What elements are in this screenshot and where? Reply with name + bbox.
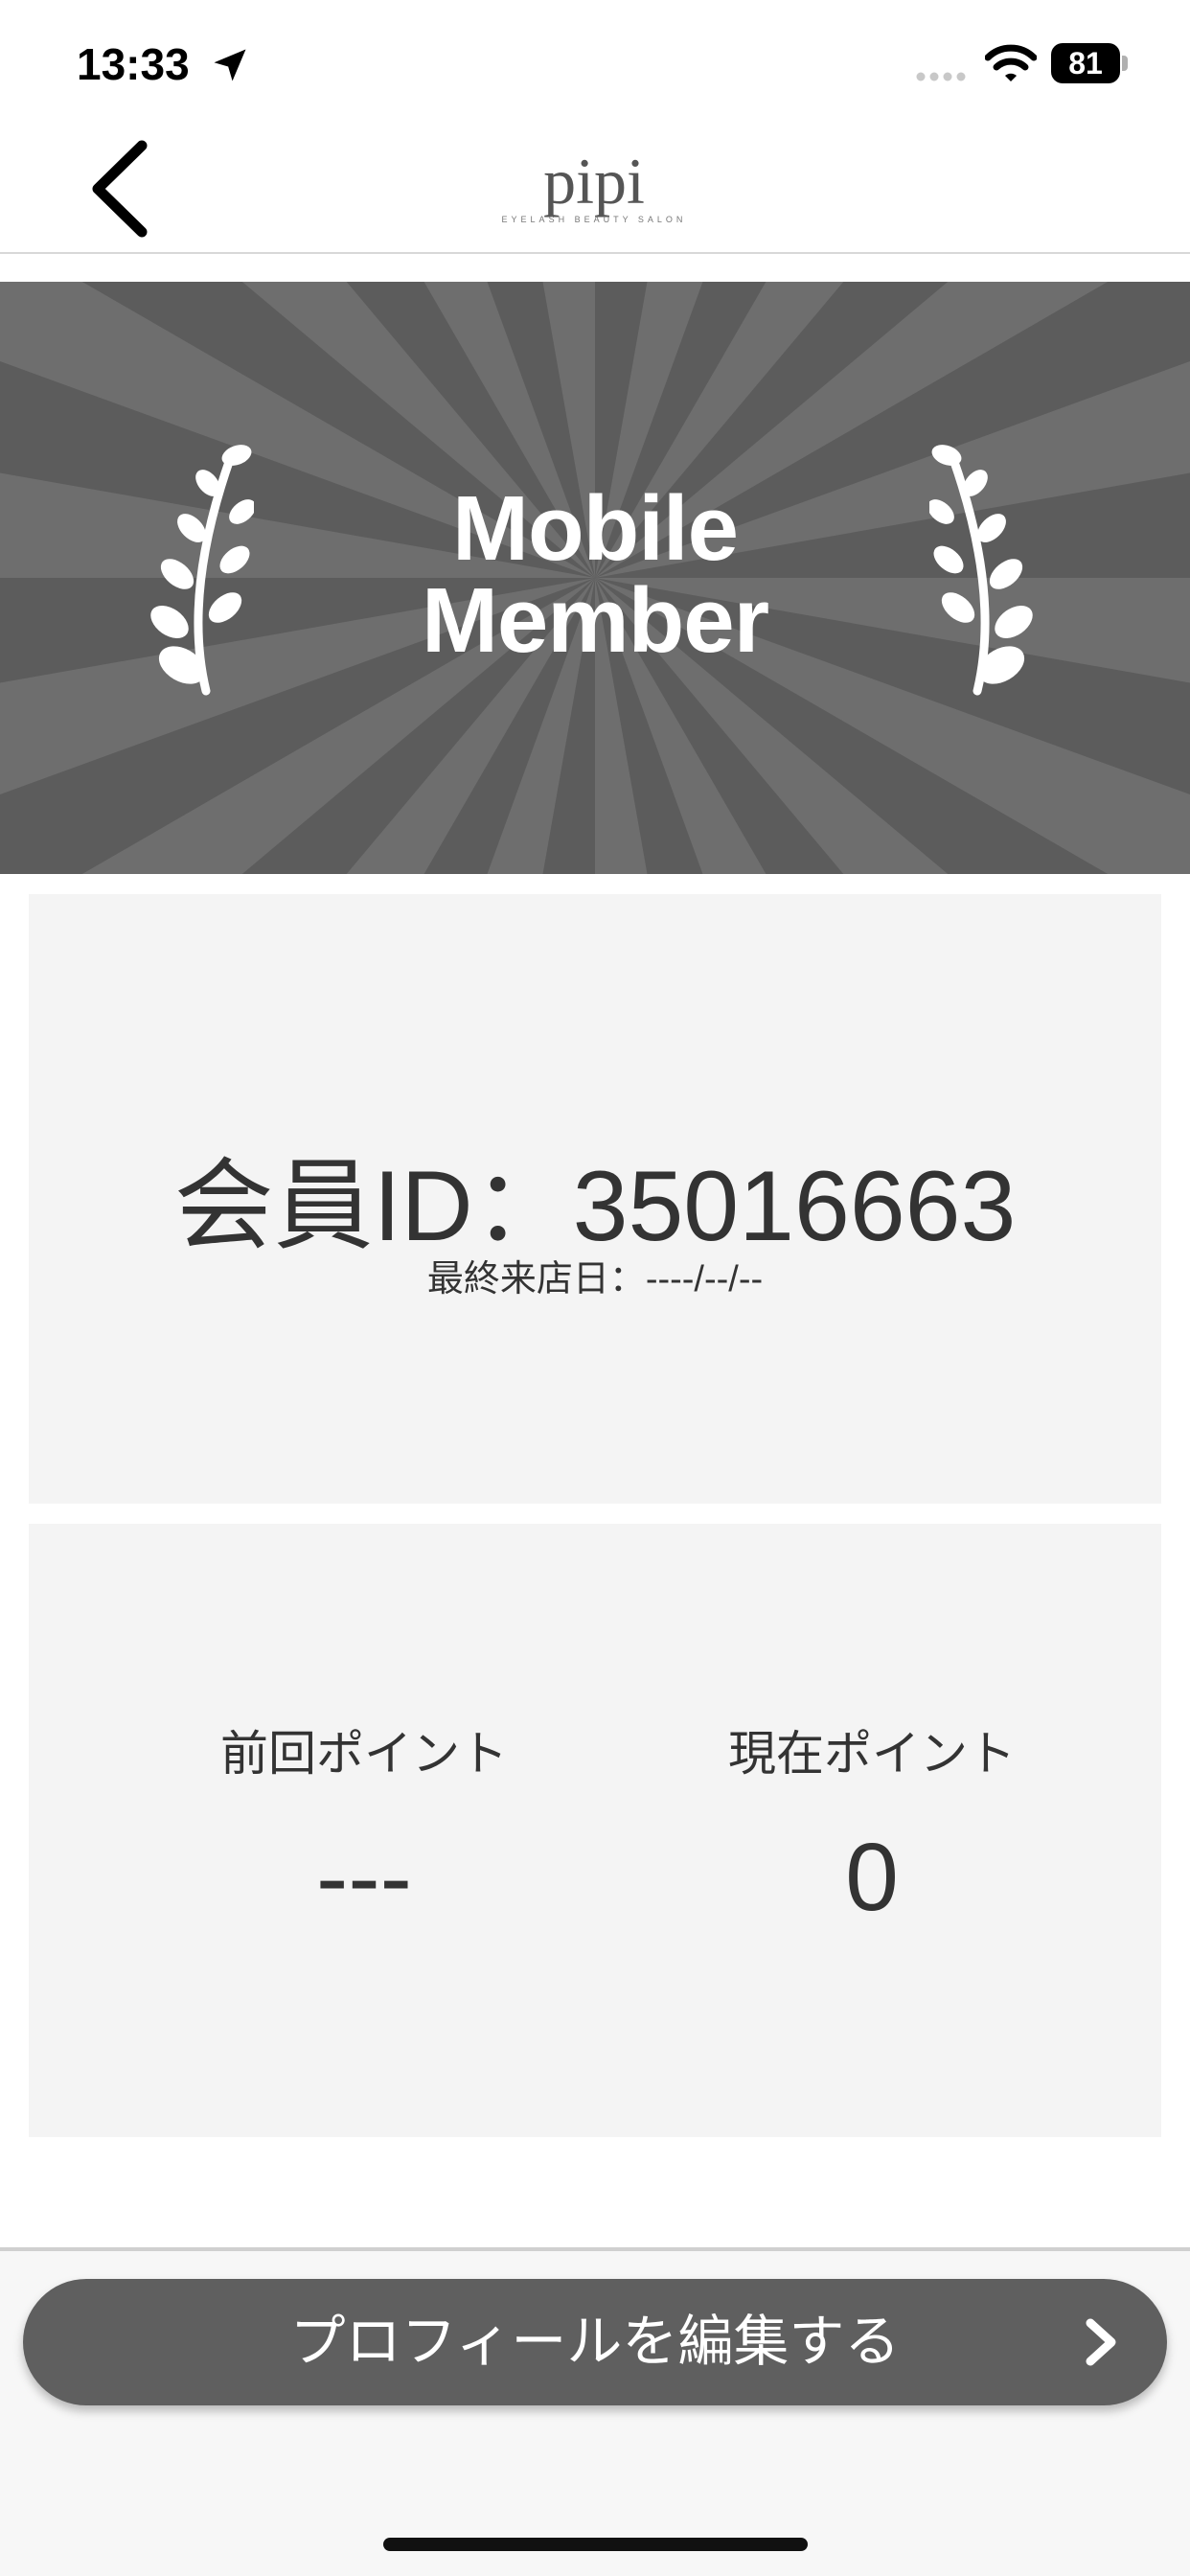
member-hero-banner: Mobile Member [0, 282, 1190, 874]
last-visit-date: 最終来店日：----/--/-- [426, 1259, 764, 1300]
battery-level: 81 [1068, 46, 1103, 80]
current-points-value: 0 [845, 1824, 899, 1931]
logo-text: pipi [543, 145, 645, 218]
home-indicator [383, 2538, 808, 2551]
brand-logo: pipi EYELASH BEAUTY SALON [498, 134, 690, 244]
current-points: 現在ポイント 0 [623, 1715, 1121, 1933]
battery-icon: 81 [1051, 43, 1128, 83]
laurel-branch-icon [150, 445, 254, 696]
chevron-left-icon[interactable] [77, 136, 163, 242]
edit-profile-button[interactable]: プロフィールを編集する [23, 2279, 1167, 2405]
cellular-signal-icon [916, 72, 966, 81]
current-points-label: 現在ポイント [728, 1727, 1016, 1781]
chevron-right-icon [1086, 2318, 1116, 2366]
status-time: 13:33 [77, 39, 190, 89]
previous-points: 前回ポイント --- [115, 1715, 613, 1933]
edit-profile-label: プロフィールを編集する [289, 2311, 901, 2373]
logo-subtext: EYELASH BEAUTY SALON [501, 215, 687, 224]
status-bar: 13:33 81 [0, 0, 1190, 125]
laurel-branch-icon [929, 445, 1033, 696]
previous-points-value: --- [316, 1824, 412, 1931]
nav-bar: pipi EYELASH BEAUTY SALON [0, 125, 1190, 254]
member-info-card: 会員ID：35016663 最終来店日：----/--/-- [29, 894, 1161, 1504]
hero-title-line1: Mobile [452, 477, 739, 580]
location-arrow-icon [214, 49, 246, 81]
hero-title: Mobile Member [308, 483, 882, 667]
previous-points-label: 前回ポイント [220, 1727, 508, 1781]
member-id: 会員ID：35016663 [173, 1151, 1017, 1262]
hero-title-line2: Member [421, 569, 769, 672]
wifi-icon [985, 44, 1037, 81]
points-card: 前回ポイント --- 現在ポイント 0 [29, 1524, 1161, 2137]
